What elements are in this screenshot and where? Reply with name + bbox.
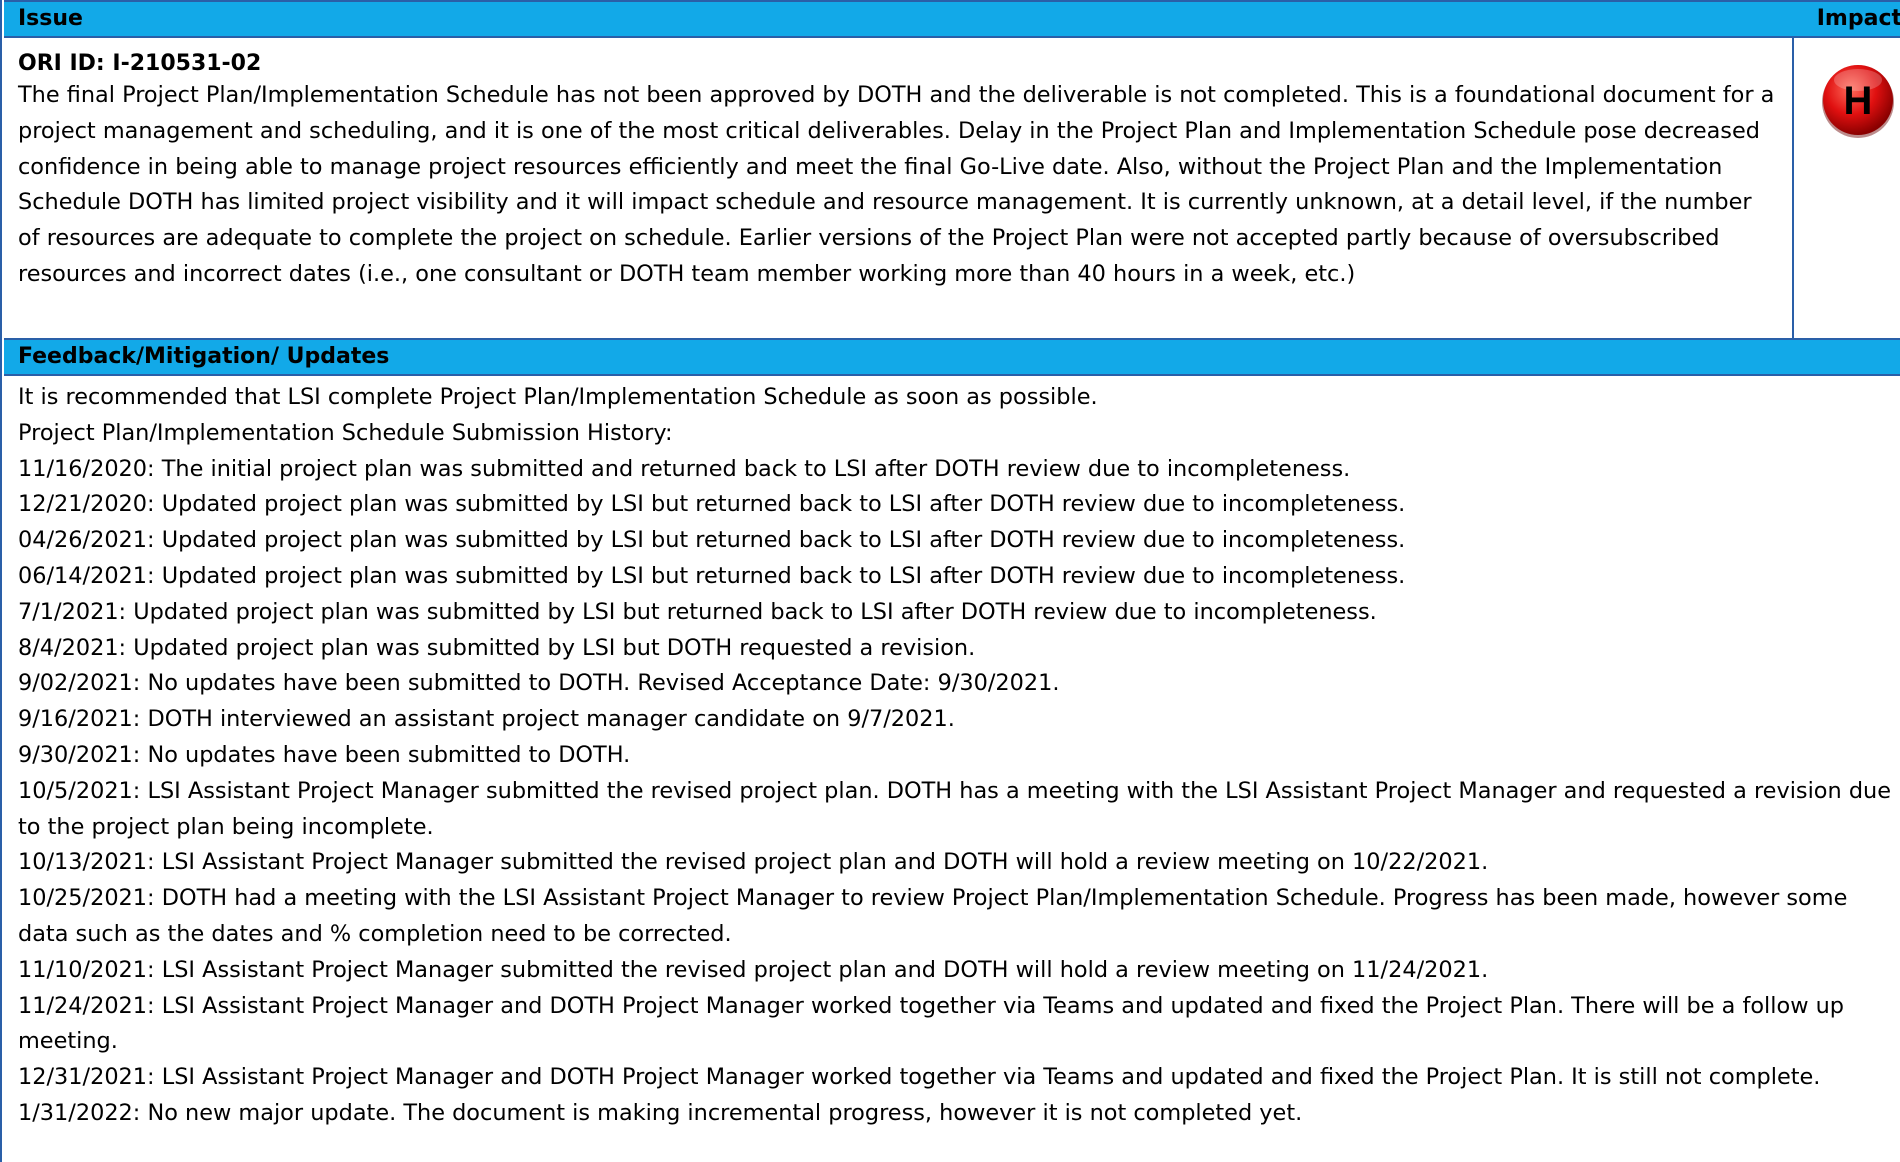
mitigation-header: Feedback/Mitigation/ Updates	[18, 344, 390, 369]
impact-cell: H	[1794, 38, 1900, 338]
issue-id: ORI ID: I-210531-02	[18, 51, 262, 76]
issue-column-header: Issue	[18, 6, 83, 31]
mitigation-line: 1/31/2022: No new major update. The docu…	[18, 1099, 1303, 1126]
mitigation-line: 06/14/2021: Updated project plan was sub…	[18, 562, 1406, 589]
mitigation-header-row: Feedback/Mitigation/ Updates	[4, 338, 1900, 376]
mitigation-line: 04/26/2021: Updated project plan was sub…	[18, 527, 1406, 554]
issue-header-row: Issue Impact	[4, 0, 1900, 38]
mitigation-body: It is recommended that LSI complete Proj…	[4, 376, 1900, 1132]
impact-letter: H	[1844, 79, 1873, 123]
mitigation-line: 9/30/2021: No updates have been submitte…	[18, 741, 631, 768]
impact-column-header: Impact	[1816, 6, 1900, 31]
mitigation-line: 11/10/2021: LSI Assistant Project Manage…	[18, 956, 1489, 983]
mitigation-line: Project Plan/Implementation Schedule Sub…	[18, 419, 673, 446]
mitigation-line: 9/02/2021: No updates have been submitte…	[18, 670, 1060, 697]
mitigation-line: 9/16/2021: DOTH interviewed an assistant…	[18, 706, 955, 733]
issue-table: Issue Impact ORI ID: I-210531-02 The fin…	[0, 0, 1900, 1162]
mitigation-line: 12/21/2020: Updated project plan was sub…	[18, 491, 1406, 518]
issue-description: The final Project Plan/Implementation Sc…	[18, 82, 1775, 287]
mitigation-line: 12/31/2021: LSI Assistant Project Manage…	[18, 1064, 1821, 1091]
mitigation-line: 11/16/2020: The initial project plan was…	[18, 455, 1351, 482]
high-impact-icon: H	[1822, 65, 1894, 138]
issue-cell: ORI ID: I-210531-02 The final Project Pl…	[4, 38, 1794, 338]
mitigation-line: 10/5/2021: LSI Assistant Project Manager…	[18, 777, 1891, 840]
mitigation-line: 7/1/2021: Updated project plan was submi…	[18, 598, 1377, 625]
mitigation-line: 10/25/2021: DOTH had a meeting with the …	[18, 885, 1848, 947]
mitigation-line: 10/13/2021: LSI Assistant Project Manage…	[18, 849, 1489, 876]
mitigation-line: 8/4/2021: Updated project plan was submi…	[18, 634, 976, 661]
mitigation-line: It is recommended that LSI complete Proj…	[18, 384, 1098, 410]
mitigation-line: 11/24/2021: LSI Assistant Project Manage…	[18, 992, 1845, 1055]
